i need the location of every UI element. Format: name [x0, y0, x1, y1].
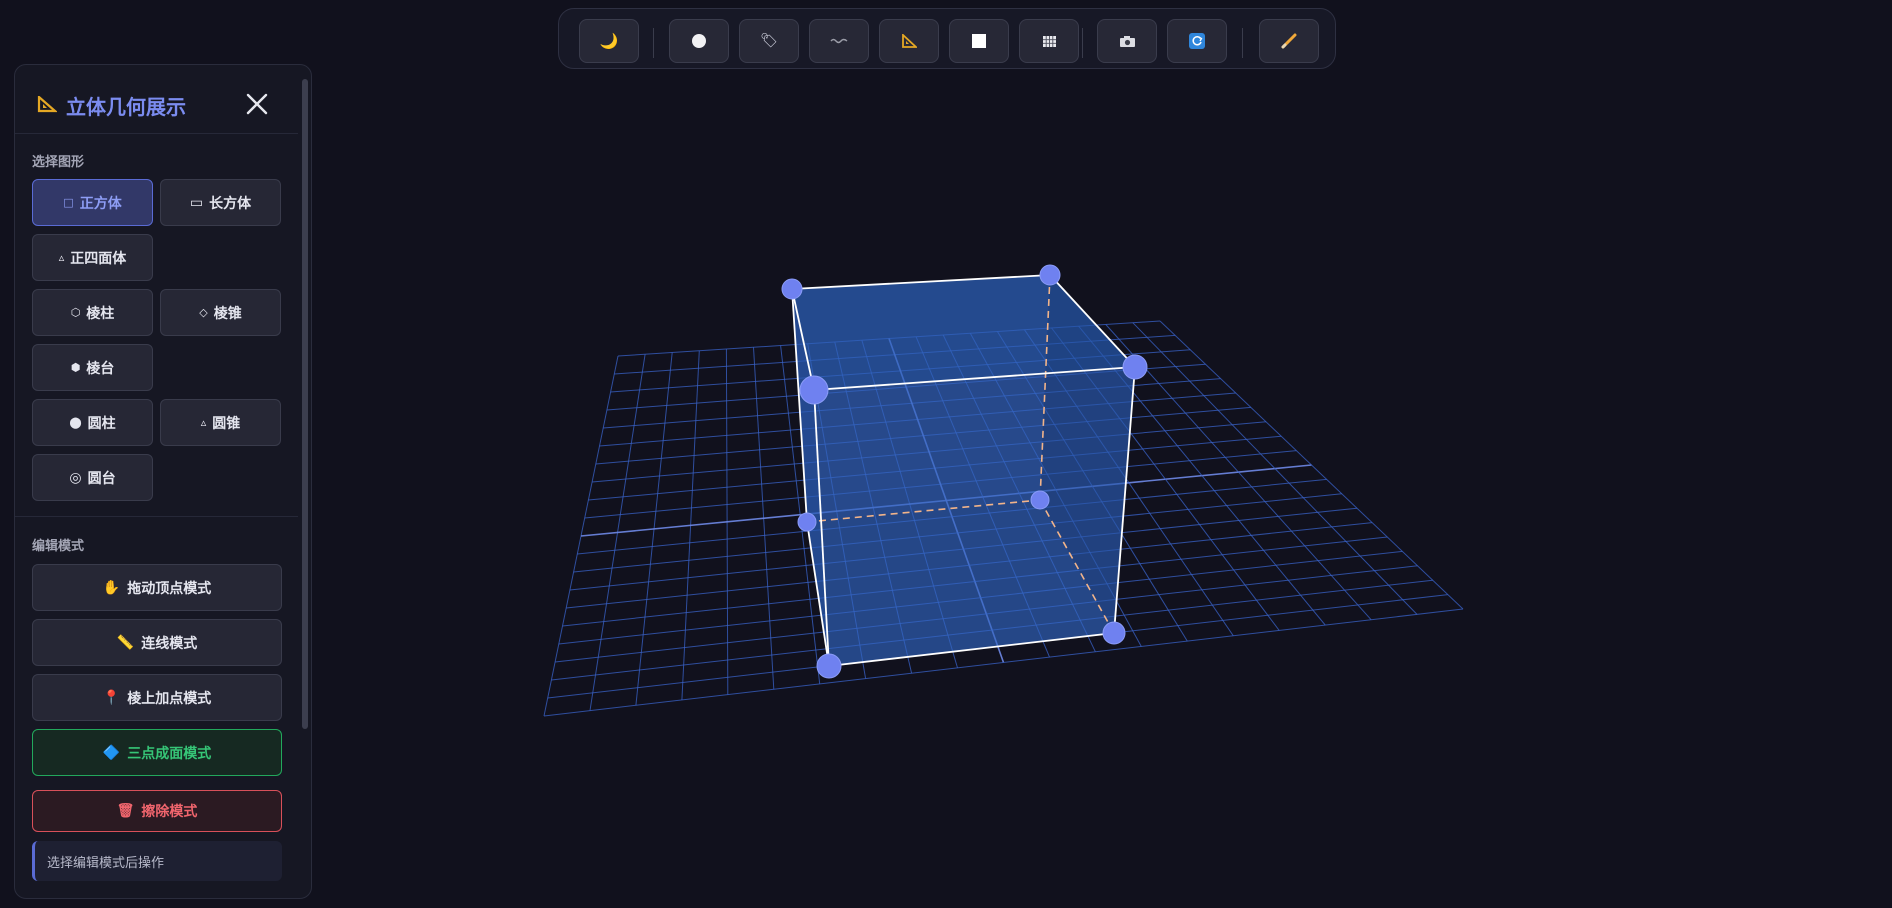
shape-section-label: 选择图形: [32, 155, 85, 170]
shape-button-tetrahedron[interactable]: ▵ 正四面体: [32, 234, 153, 281]
mode-label: 连线模式: [141, 635, 198, 652]
shape-label: 圆台: [87, 470, 116, 487]
pencil-icon: [1281, 33, 1297, 49]
reset-view-button[interactable]: [1167, 19, 1227, 63]
shape-button-cuboid[interactable]: ▭ 长方体: [160, 179, 281, 226]
refresh-icon: [1189, 33, 1205, 49]
trash-icon: 🗑: [116, 803, 135, 819]
labels-button[interactable]: 🏷: [739, 19, 799, 63]
grid-toggle-button[interactable]: [1019, 19, 1079, 63]
toolbar-divider: [1082, 28, 1083, 58]
panel-title: 立体几何展示: [66, 95, 186, 119]
toolbar-divider: [1242, 28, 1243, 58]
cube-vertex[interactable]: [1030, 490, 1050, 510]
close-icon[interactable]: [243, 90, 271, 118]
side-panel: 立体几何展示 选择图形 □ 正方体 ▭ 长方体 ▵ 正四面体 ⬡ 棱柱 ◇ 棱锥…: [14, 64, 312, 899]
grid-line: [1132, 322, 1418, 615]
circle-icon: ⬤: [69, 416, 82, 429]
hexagon-filled-icon: ⬢: [70, 361, 81, 374]
mode-label: 擦除模式: [141, 804, 198, 820]
wave-button[interactable]: [809, 19, 869, 63]
status-hint: 选择编辑模式后操作: [32, 841, 282, 881]
square-icon: □: [63, 196, 74, 209]
shape-button-frustum[interactable]: ⬢ 棱台: [32, 344, 153, 391]
show-vertices-button[interactable]: [669, 19, 729, 63]
mode-label: 三点成面模式: [127, 745, 212, 762]
triangle-icon: ▵: [58, 251, 65, 264]
grid-line: [1159, 320, 1464, 610]
three-point-plane-mode-button[interactable]: 🔷 三点成面模式: [32, 729, 282, 776]
edge-point-mode-button[interactable]: 📍 棱上加点模式: [32, 674, 282, 721]
shape-label: 圆锥: [212, 415, 241, 432]
top-toolbar: 🌙 🏷: [558, 8, 1336, 69]
cube-model[interactable]: [781, 264, 1148, 679]
shape-label: 棱锥: [213, 305, 242, 322]
rectangle-icon: ▭: [189, 194, 204, 211]
shape-label: 棱台: [86, 360, 115, 377]
wave-icon: [830, 38, 848, 44]
draw-line-button[interactable]: [1259, 19, 1319, 63]
moon-icon: 🌙: [599, 32, 619, 50]
tag-icon: 🏷: [760, 33, 778, 49]
triangle-ruler-icon: [37, 96, 57, 113]
cube-vertex[interactable]: [781, 278, 803, 300]
camera-icon: [1119, 35, 1135, 47]
connect-mode-button[interactable]: 📏 连线模式: [32, 619, 282, 666]
cube-front-face: [814, 367, 1135, 666]
bullseye-icon: ◎: [69, 469, 82, 486]
shape-button-pyramid[interactable]: ◇ 棱锥: [160, 289, 281, 336]
grid-icon: [1042, 35, 1056, 47]
cube-vertex[interactable]: [1122, 354, 1148, 380]
triangle-icon: ▵: [200, 416, 207, 429]
cube-vertex[interactable]: [816, 653, 842, 679]
panel-scrollbar[interactable]: [302, 79, 308, 729]
circle-icon: [692, 34, 706, 48]
cube-vertex[interactable]: [797, 512, 817, 532]
shape-button-truncated-cone[interactable]: ◎ 圆台: [32, 454, 153, 501]
shape-button-prism[interactable]: ⬡ 棱柱: [32, 289, 153, 336]
panel-header: 立体几何展示: [15, 65, 298, 134]
drag-vertex-mode-button[interactable]: ✋ 拖动顶点模式: [32, 564, 282, 611]
cube-vertex[interactable]: [1039, 264, 1061, 286]
shape-label: 圆柱: [87, 415, 116, 432]
shape-label: 长方体: [209, 195, 252, 212]
faces-button[interactable]: [949, 19, 1009, 63]
mode-label: 棱上加点模式: [127, 690, 212, 707]
triangle-ruler-icon: [902, 34, 917, 48]
section-divider: [15, 516, 298, 517]
shape-button-cylinder[interactable]: ⬤ 圆柱: [32, 399, 153, 446]
mode-section-label: 编辑模式: [32, 539, 85, 554]
shape-label: 正四面体: [70, 250, 127, 267]
erase-mode-button[interactable]: 🗑 擦除模式: [32, 790, 282, 832]
square-icon: [972, 34, 986, 48]
cube-vertex[interactable]: [799, 375, 829, 405]
shape-button-cone[interactable]: ▵ 圆锥: [160, 399, 281, 446]
cube-vertex[interactable]: [1102, 621, 1126, 645]
blue-diamond-icon: 🔷: [102, 744, 121, 761]
theme-toggle-button[interactable]: 🌙: [579, 19, 639, 63]
pin-icon: 📍: [102, 689, 121, 706]
shape-label: 棱柱: [86, 305, 115, 322]
hexagon-icon: ⬡: [70, 306, 81, 319]
diamond-icon: ◇: [199, 306, 208, 319]
shape-button-cube[interactable]: □ 正方体: [32, 179, 153, 226]
toolbar-divider: [653, 28, 654, 58]
ruler-icon: 📏: [116, 634, 135, 651]
measure-button[interactable]: [879, 19, 939, 63]
screenshot-button[interactable]: [1097, 19, 1157, 63]
mode-label: 拖动顶点模式: [127, 580, 212, 597]
hand-icon: ✋: [102, 579, 121, 596]
shape-label: 正方体: [79, 195, 122, 212]
